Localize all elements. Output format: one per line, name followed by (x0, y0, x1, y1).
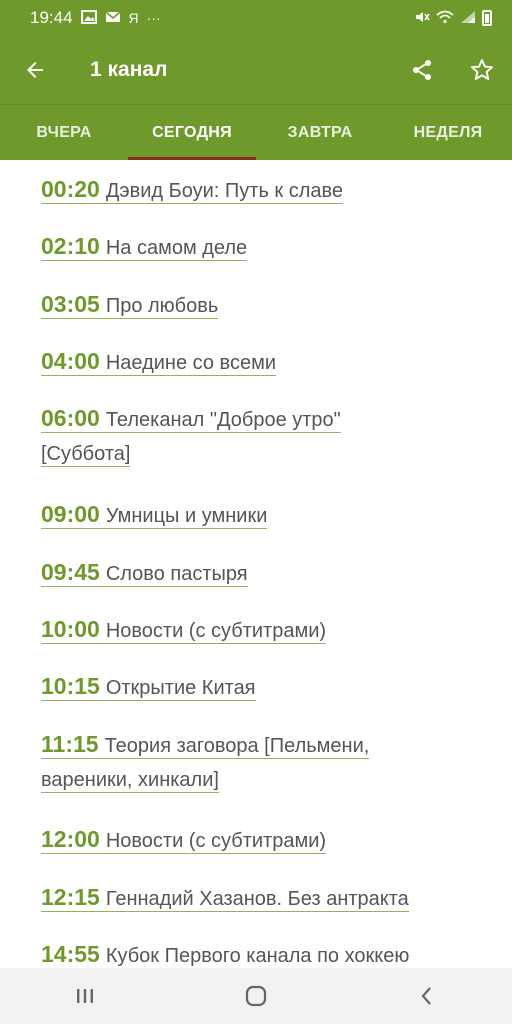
program-title: На самом деле (105, 237, 248, 259)
home-icon (245, 985, 267, 1007)
program-title: Умницы и умники (105, 505, 268, 527)
program-title: Открытие Китая (105, 677, 256, 699)
program-title: Наедине со всеми (105, 352, 276, 374)
program-time: 04:00 (41, 348, 100, 374)
program-title: Новости (с субтитрами) (105, 620, 327, 642)
status-right (414, 10, 492, 27)
list-item[interactable]: 02:10 На самом деле (41, 229, 492, 265)
more-notifications: ··· (146, 10, 161, 26)
share-icon (413, 60, 431, 80)
system-nav-bar (0, 968, 512, 1024)
program-time: 00:20 (41, 176, 100, 202)
list-item[interactable]: 09:00 Умницы и умники (41, 497, 492, 533)
carrier-glyph: Я (128, 10, 139, 26)
list-item[interactable]: 10:00 Новости (с субтитрами) (41, 612, 492, 648)
status-bar: 19:44 Я ··· (0, 0, 512, 36)
arrow-left-icon (27, 62, 43, 78)
share-button[interactable] (392, 36, 452, 104)
program-time: 09:00 (41, 501, 100, 527)
wifi-icon (436, 10, 454, 27)
program-title: Дэвид Боуи: Путь к славе (105, 180, 344, 202)
program-time: 03:05 (41, 291, 100, 317)
battery-icon (482, 10, 492, 26)
program-time: 10:15 (41, 673, 100, 699)
list-item[interactable]: 00:20 Дэвид Боуи: Путь к славе (41, 172, 492, 208)
program-title: Новости (с субтитрами) (105, 830, 327, 852)
program-time: 14:55 (41, 941, 100, 967)
program-time: 12:00 (41, 826, 100, 852)
mute-icon (414, 10, 430, 27)
list-item[interactable]: 11:15 Теория заговора [Пельмени, вареники… (41, 727, 417, 797)
program-title: Про любовь (105, 295, 219, 317)
tab-today[interactable]: СЕГОДНЯ (128, 105, 256, 160)
program-title: Кубок Первого канала по хоккею (105, 945, 410, 967)
tab-yesterday[interactable]: ВЧЕРА (0, 105, 128, 160)
tab-tomorrow[interactable]: ЗАВТРА (256, 105, 384, 160)
app-bar: 1 канал (0, 36, 512, 104)
back-button[interactable] (0, 36, 70, 104)
program-time: 11:15 (41, 731, 99, 757)
program-title: Геннадий Хазанов. Без антракта (105, 888, 409, 910)
program-time: 06:00 (41, 405, 100, 431)
recents-button[interactable] (45, 968, 125, 1024)
recents-icon (77, 989, 94, 1003)
list-item[interactable]: 12:00 Новости (с субтитрами) (41, 822, 492, 858)
page-title: 1 канал (90, 58, 168, 81)
signal-icon (460, 10, 476, 27)
program-time: 09:45 (41, 559, 100, 585)
program-title: Слово пастыря (105, 563, 248, 585)
list-item[interactable]: 10:15 Открытие Китая (41, 669, 492, 705)
status-left: 19:44 Я ··· (30, 8, 161, 28)
program-time: 10:00 (41, 616, 100, 642)
list-item[interactable]: 03:05 Про любовь (41, 287, 492, 323)
mail-icon (105, 10, 121, 26)
list-item[interactable]: 06:00 Телеканал "Доброе утро" [Суббота] (41, 401, 382, 471)
schedule-list: 00:20 Дэвид Боуи: Путь к славе 02:10 На са… (0, 160, 512, 968)
list-item[interactable]: 09:45 Слово пастыря (41, 555, 492, 591)
home-button[interactable] (216, 968, 296, 1024)
list-item[interactable]: 12:15 Геннадий Хазанов. Без антракта (41, 880, 492, 916)
program-time: 12:15 (41, 884, 100, 910)
star-icon (470, 59, 494, 80)
favorite-button[interactable] (452, 36, 512, 104)
day-tabs: ВЧЕРА СЕГОДНЯ ЗАВТРА НЕДЕЛЯ (0, 104, 512, 160)
program-time: 02:10 (41, 233, 100, 259)
list-item[interactable]: 04:00 Наедине со всеми (41, 344, 492, 380)
nav-back-button[interactable] (387, 968, 467, 1024)
list-item[interactable]: 14:55 Кубок Первого канала по хоккею (41, 937, 492, 968)
gallery-icon (80, 9, 97, 27)
status-time: 19:44 (30, 8, 73, 27)
back-chevron-icon (421, 987, 431, 1005)
tab-week[interactable]: НЕДЕЛЯ (384, 105, 512, 160)
